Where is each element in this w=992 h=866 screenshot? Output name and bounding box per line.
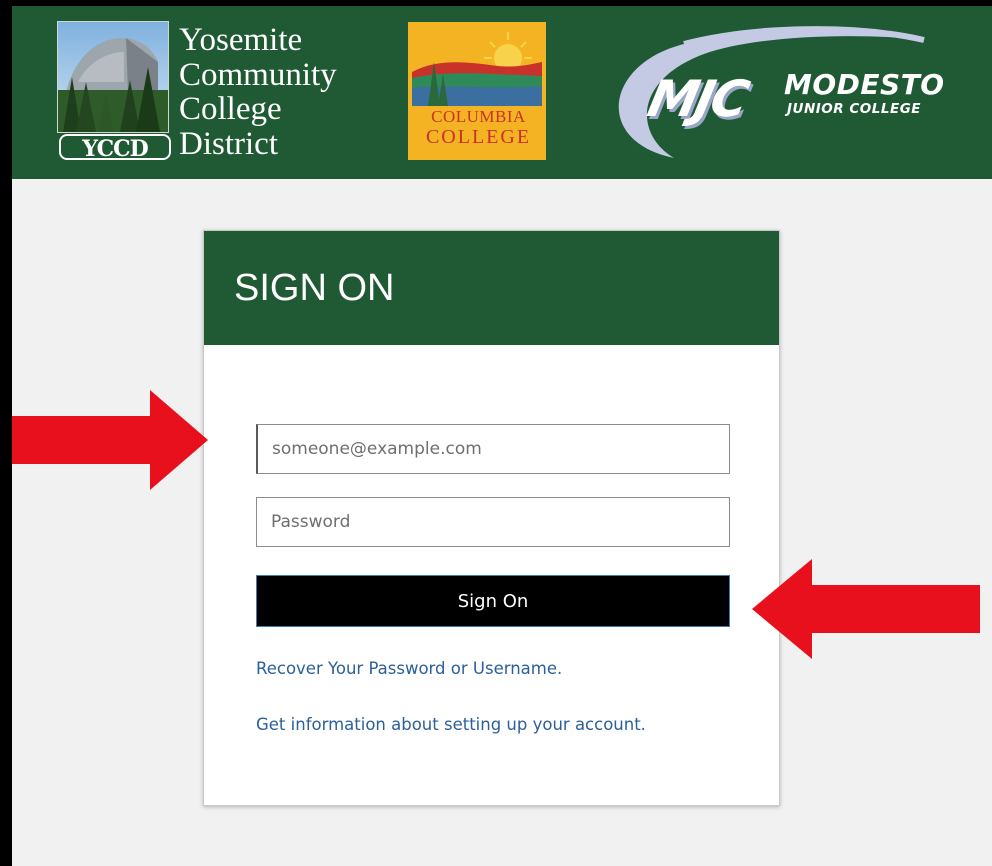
columbia-college-wordmark: COLUMBIA COLLEGE — [411, 106, 546, 148]
mjc-name: MODESTO — [784, 68, 945, 101]
columbia-landscape-image — [412, 26, 542, 106]
yccd-logo: YCCD Yosemite Community College District — [57, 21, 377, 162]
yccd-abbreviation: YCCD — [59, 134, 171, 162]
sign-on-title: SIGN ON — [234, 267, 395, 309]
sign-on-button[interactable]: Sign On — [256, 575, 730, 627]
columbia-wordmark-line2: COLLEGE — [425, 126, 532, 148]
columbia-wordmark-line1: COLUMBIA — [431, 107, 526, 126]
yccd-name-line: District — [179, 125, 278, 162]
half-dome-photo — [57, 21, 169, 133]
sign-on-card-header: SIGN ON — [204, 231, 779, 345]
arrow-right-icon — [12, 390, 208, 490]
yccd-name-line: Community — [179, 56, 337, 93]
site-header: YCCD Yosemite Community College District — [12, 6, 992, 179]
half-dome-image — [58, 22, 168, 132]
account-setup-info-link[interactable]: Get information about setting up your ac… — [256, 715, 646, 734]
yccd-name: Yosemite Community College District — [179, 23, 337, 161]
sign-on-page: YCCD Yosemite Community College District — [12, 6, 992, 866]
yccd-name-line: College — [179, 91, 282, 127]
yccd-name-line: Yosemite — [179, 22, 303, 58]
arrow-left-icon — [752, 559, 980, 659]
password-field[interactable] — [256, 497, 730, 547]
recover-password-link[interactable]: Recover Your Password or Username. — [256, 659, 562, 678]
sign-on-card: SIGN ON Sign On Recover Your Password or… — [203, 230, 780, 806]
email-field[interactable] — [256, 424, 730, 474]
screenshot-frame: YCCD Yosemite Community College District — [0, 0, 992, 866]
columbia-college-logo: COLUMBIA COLLEGE — [408, 22, 546, 160]
mjc-letters: MJC — [642, 70, 752, 128]
modesto-junior-college-logo: MJC MODESTO JUNIOR COLLEGE — [604, 24, 954, 164]
mjc-subname: JUNIOR COLLEGE — [787, 101, 921, 117]
